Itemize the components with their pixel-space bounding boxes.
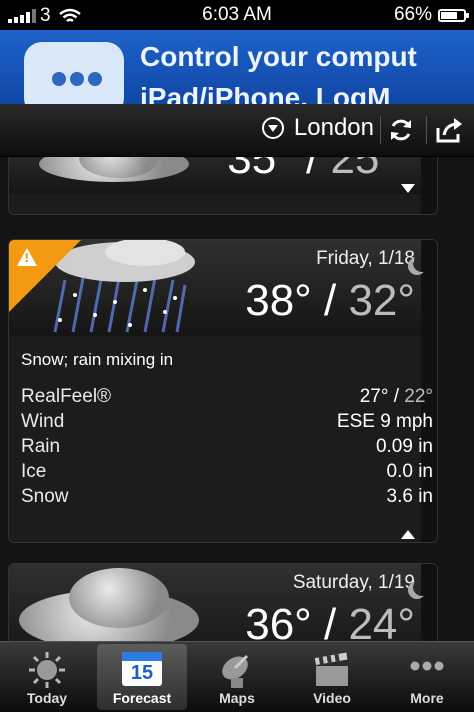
detail-label: Wind bbox=[21, 411, 65, 432]
temp-high: 35° bbox=[227, 157, 294, 183]
ad-banner[interactable]: Control your comput iPad/iPhone. LogM bbox=[0, 30, 474, 104]
detail-row-snow: Snow 3.6 in bbox=[21, 484, 433, 509]
expand-arrow-icon[interactable] bbox=[401, 184, 415, 193]
calendar-icon: 15 bbox=[122, 652, 162, 686]
more-dots-icon bbox=[410, 661, 444, 671]
clapperboard-icon bbox=[314, 652, 348, 686]
cloud-icon bbox=[69, 568, 169, 628]
forecast-day: Saturday, 1/19 bbox=[292, 572, 415, 593]
temp-low: 25° bbox=[330, 157, 397, 183]
forecast-day: Friday, 1/18 bbox=[316, 248, 415, 269]
sun-icon bbox=[29, 652, 65, 688]
forecast-temps: 38° / 32° bbox=[245, 276, 415, 326]
location-name: London bbox=[293, 114, 374, 141]
tab-label: More bbox=[410, 690, 444, 706]
tab-label: Maps bbox=[219, 690, 255, 706]
temp-separator: / bbox=[293, 157, 331, 183]
detail-label: Rain bbox=[21, 436, 61, 457]
collapse-arrow-icon[interactable] bbox=[401, 530, 415, 539]
card-side-panel bbox=[421, 157, 437, 214]
temp-high: 36° bbox=[245, 600, 312, 641]
realfeel-high: 27° bbox=[359, 386, 389, 407]
detail-value: 0.09 in bbox=[375, 436, 433, 457]
temp-separator: / bbox=[311, 600, 349, 641]
refresh-button[interactable] bbox=[384, 114, 418, 146]
moon-icon bbox=[413, 254, 431, 272]
tab-maps[interactable]: Maps bbox=[192, 644, 282, 710]
forecast-details: Snow; rain mixing in RealFeel® 27° / 22°… bbox=[9, 336, 437, 509]
detail-row-ice: Ice 0.0 in bbox=[21, 459, 433, 484]
share-button[interactable] bbox=[432, 114, 466, 146]
tab-bar: Today 15 Forecast Maps Video More bbox=[0, 641, 474, 712]
detail-row-realfeel: RealFeel® 27° / 22° bbox=[21, 384, 433, 409]
battery-area: 66% bbox=[393, 4, 469, 26]
forecast-list[interactable]: 35° / 25° Friday, 1/18 bbox=[0, 157, 474, 641]
detail-value: 3.6 in bbox=[386, 486, 433, 507]
tab-video[interactable]: Video bbox=[287, 644, 377, 710]
tab-label: Today bbox=[26, 690, 68, 706]
divider bbox=[380, 116, 381, 144]
ad-logo-icon bbox=[24, 42, 124, 104]
location-bar: London bbox=[0, 104, 474, 157]
detail-row-rain: Rain 0.09 in bbox=[21, 434, 433, 459]
tab-today[interactable]: Today bbox=[2, 644, 92, 710]
temp-low: 24° bbox=[348, 600, 415, 641]
detail-label: Ice bbox=[21, 461, 47, 482]
dropdown-circle-icon bbox=[261, 117, 284, 139]
detail-separator: / bbox=[388, 386, 405, 407]
detail-label: RealFeel® bbox=[21, 386, 112, 407]
satellite-dish-icon bbox=[222, 654, 249, 688]
refresh-icon bbox=[391, 119, 411, 141]
calendar-day: 15 bbox=[130, 662, 154, 684]
temp-low: 32° bbox=[348, 276, 415, 325]
moon-icon bbox=[413, 578, 431, 596]
forecast-card-expanded[interactable]: Friday, 1/18 38° / 32° Snow; rain mixing… bbox=[8, 239, 438, 543]
tab-label: Forecast bbox=[112, 690, 172, 706]
status-bar: 3 6:03 AM 66% bbox=[0, 0, 474, 30]
divider bbox=[426, 116, 427, 144]
condition-text: Snow; rain mixing in bbox=[21, 350, 174, 369]
forecast-temps: 36° / 24° bbox=[245, 600, 415, 641]
detail-label: Snow bbox=[21, 486, 69, 507]
ad-text-line1: Control your comput bbox=[140, 41, 417, 72]
tab-forecast[interactable]: 15 Forecast bbox=[97, 644, 187, 710]
forecast-card[interactable]: 35° / 25° bbox=[8, 157, 438, 215]
temp-separator: / bbox=[311, 276, 349, 325]
forecast-temps: 35° / 25° bbox=[227, 157, 397, 184]
battery-percent: 66% bbox=[393, 4, 432, 25]
warning-icon bbox=[17, 248, 37, 266]
card-side-panel bbox=[421, 564, 437, 641]
detail-value: ESE 9 mph bbox=[336, 411, 433, 432]
battery-icon bbox=[438, 8, 469, 22]
location-selector[interactable]: London bbox=[261, 114, 374, 142]
tab-label: Video bbox=[313, 690, 351, 706]
forecast-card[interactable]: Saturday, 1/19 36° / 24° bbox=[8, 563, 438, 641]
tab-more[interactable]: More bbox=[382, 644, 472, 710]
detail-row-wind: Wind ESE 9 mph bbox=[21, 409, 433, 434]
realfeel-low: 22° bbox=[404, 386, 433, 407]
share-icon bbox=[436, 118, 462, 143]
detail-value: 0.0 in bbox=[386, 461, 433, 482]
temp-high: 38° bbox=[245, 276, 312, 325]
ad-text-line2: iPad/iPhone. LogM bbox=[140, 82, 391, 104]
